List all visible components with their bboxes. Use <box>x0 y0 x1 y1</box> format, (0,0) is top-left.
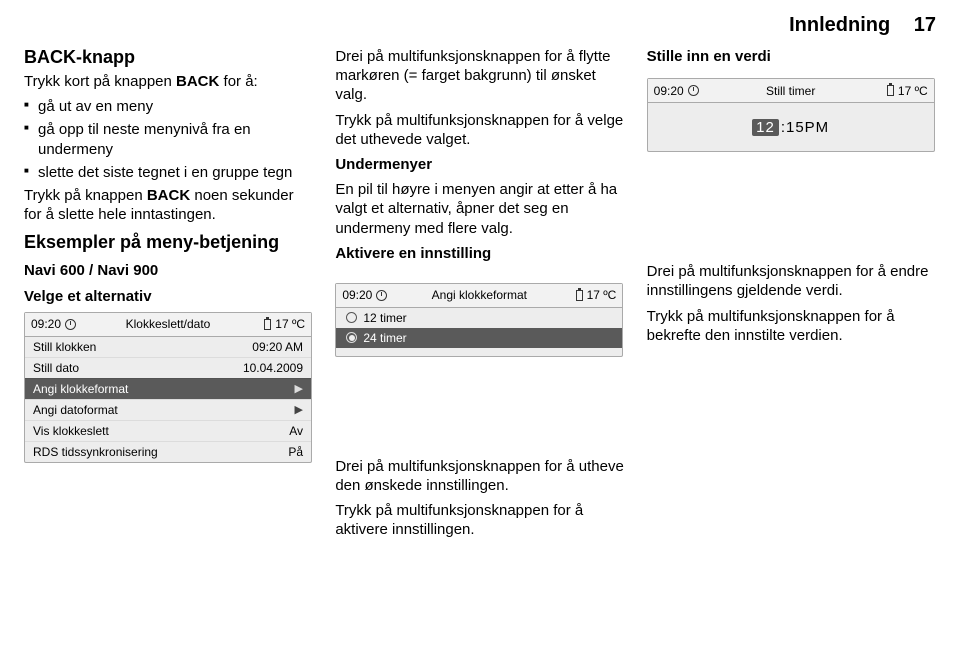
header-title: Innledning <box>789 14 890 36</box>
column-2: Drei på multifunksjonsknappen for å flyt… <box>335 47 624 546</box>
navi-heading: Navi 600 / Navi 900 <box>24 261 313 280</box>
submenu-heading: Undermenyer <box>335 155 624 174</box>
battery-icon <box>887 85 894 96</box>
column-1: BACK-knapp Trykk kort på knappen BACK fo… <box>24 47 313 546</box>
bullet-1: gå ut av en meny <box>24 97 313 116</box>
row-value: 10.04.2009 <box>243 361 303 375</box>
screen-title: Klokkeslett/dato <box>93 317 243 331</box>
radio-off-icon <box>346 312 357 323</box>
battery-icon <box>264 319 271 330</box>
battery-icon <box>576 290 583 301</box>
menu-row[interactable]: RDS tidssynkronisering På <box>25 441 311 462</box>
rotate-highlight-text: Drei på multifunksjonsknappen for å uthe… <box>335 457 624 495</box>
bullet-3: slette det siste tegnet i en gruppe tegn <box>24 163 313 182</box>
txt: Trykk på knappen <box>24 187 147 204</box>
activate-heading: Aktivere en innstilling <box>335 244 624 263</box>
menu-row[interactable]: Vis klokkeslett Av <box>25 420 311 441</box>
chevron-right-icon: ▶ <box>295 403 303 416</box>
back-bullets: gå ut av en meny gå opp til neste menyni… <box>24 97 313 182</box>
status-temp: 17 ºC <box>898 84 928 98</box>
submenu-text: En pil til høyre i menyen angir at etter… <box>335 180 624 238</box>
back-intro: Trykk kort på knappen BACK for å: <box>24 72 313 91</box>
row-value: 09:20 AM <box>252 340 303 354</box>
page-number: 17 <box>914 14 936 36</box>
screen-clock-format: 09:20 Angi klokkeformat 17 ºC 12 timer 2… <box>335 283 623 357</box>
radio-label: 12 timer <box>363 311 406 325</box>
select-heading: Velge et alternativ <box>24 287 313 306</box>
back-heading: BACK-knapp <box>24 47 313 68</box>
menu-row[interactable]: Angi datoformat ▶ <box>25 399 311 420</box>
statusbar: 09:20 Angi klokkeformat 17 ºC <box>336 284 622 308</box>
menu-row[interactable]: Still dato 10.04.2009 <box>25 357 311 378</box>
screen-title: Still timer <box>716 84 866 98</box>
timer-hours-selected: 12 <box>752 119 779 136</box>
row-label: RDS tidssynkronisering <box>33 445 158 459</box>
back-hold: Trykk på knappen BACK noen sekunder for … <box>24 186 313 224</box>
page-header: Innledning 17 <box>24 14 936 37</box>
press-activate-text: Trykk på multifunksjonsknappen for å akt… <box>335 501 624 539</box>
row-label: Angi datoformat <box>33 403 118 417</box>
row-value: På <box>288 445 303 459</box>
row-label: Vis klokkeslett <box>33 424 109 438</box>
clock-icon <box>65 319 76 330</box>
status-time: 09:20 <box>654 84 684 98</box>
rotate-change-text: Drei på multifunksjonsknappen for å endr… <box>647 262 936 300</box>
statusbar: 09:20 Still timer 17 ºC <box>648 79 934 103</box>
column-3: Stille inn en verdi 09:20 Still timer 17… <box>647 47 936 546</box>
row-value: Av <box>289 424 303 438</box>
bullet-2: gå opp til neste menynivå fra en underme… <box>24 120 313 158</box>
menu-row-selected[interactable]: Angi klokkeformat ▶ <box>25 378 311 399</box>
timer-minutes: 15 <box>786 119 805 136</box>
statusbar: 09:20 Klokkeslett/dato 17 ºC <box>25 313 311 337</box>
status-time: 09:20 <box>31 317 61 331</box>
press-knob-text: Trykk på multifunksjonsknappen for å vel… <box>335 111 624 149</box>
clock-icon <box>688 85 699 96</box>
radio-option-24-selected[interactable]: 24 timer <box>336 328 622 348</box>
back-key-1: BACK <box>176 73 219 90</box>
timer-value[interactable]: 12 : 15 PM <box>648 103 934 151</box>
row-label: Still klokken <box>33 340 96 354</box>
radio-label: 24 timer <box>363 331 406 345</box>
back-key-2: BACK <box>147 187 190 204</box>
press-confirm-text: Trykk på multifunksjonsknappen for å bek… <box>647 307 936 345</box>
row-label: Angi klokkeformat <box>33 382 128 396</box>
txt: for å: <box>219 73 257 90</box>
rotate-knob-text: Drei på multifunksjonsknappen for å flyt… <box>335 47 624 105</box>
screen-set-timer: 09:20 Still timer 17 ºC 12 : 15 PM <box>647 78 935 152</box>
status-temp: 17 ºC <box>275 317 305 331</box>
status-time: 09:20 <box>342 288 372 302</box>
radio-option-12[interactable]: 12 timer <box>336 308 622 328</box>
clock-icon <box>376 290 387 301</box>
screen-title: Angi klokkeformat <box>404 288 554 302</box>
radio-on-icon <box>346 332 357 343</box>
chevron-right-icon: ▶ <box>295 382 303 395</box>
menu-row[interactable]: Still klokken 09:20 AM <box>25 337 311 357</box>
examples-heading: Eksempler på meny-betjening <box>24 232 313 253</box>
timer-ampm: PM <box>805 119 830 136</box>
screen-clock-menu: 09:20 Klokkeslett/dato 17 ºC Still klokk… <box>24 312 312 463</box>
set-value-heading: Stille inn en verdi <box>647 47 936 66</box>
txt: Trykk kort på knappen <box>24 73 176 90</box>
row-label: Still dato <box>33 361 79 375</box>
status-temp: 17 ºC <box>587 288 617 302</box>
